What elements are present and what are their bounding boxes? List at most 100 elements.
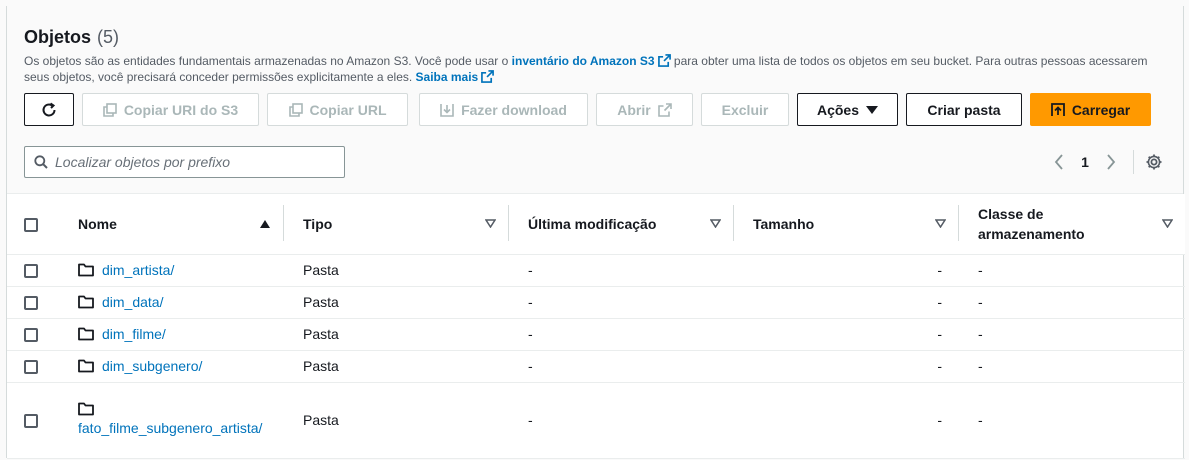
object-name-link[interactable]: dim_data/ bbox=[102, 294, 163, 310]
objects-header: Objetos (5) Os objetos são as entidades … bbox=[7, 6, 1183, 194]
row-select-cell bbox=[7, 318, 58, 351]
refresh-button[interactable] bbox=[24, 93, 74, 126]
column-header-last-modified[interactable]: Última modificação bbox=[508, 194, 733, 255]
size-cell: - bbox=[733, 254, 958, 287]
delete-button[interactable]: Excluir bbox=[701, 93, 789, 126]
column-header-name[interactable]: Nome bbox=[58, 194, 283, 255]
folder-icon bbox=[78, 402, 94, 416]
copy-s3-uri-label: Copiar URI do S3 bbox=[123, 101, 239, 118]
type-cell: Pasta bbox=[283, 382, 508, 459]
column-storage-class-label: Classe de armazenamento bbox=[978, 204, 1085, 244]
row-checkbox[interactable] bbox=[24, 264, 38, 279]
inventory-link[interactable]: inventário do Amazon S3 bbox=[512, 54, 671, 68]
download-button[interactable]: Fazer download bbox=[419, 93, 588, 126]
row-checkbox[interactable] bbox=[24, 296, 38, 311]
storage-class-cell: - bbox=[958, 350, 1185, 383]
objects-panel: Objetos (5) Os objetos são as entidades … bbox=[6, 6, 1185, 459]
external-link-icon bbox=[657, 54, 671, 67]
create-folder-button[interactable]: Criar pasta bbox=[906, 93, 1022, 126]
delete-label: Excluir bbox=[721, 101, 769, 118]
current-page[interactable]: 1 bbox=[1071, 154, 1099, 170]
pagination-divider bbox=[1133, 150, 1134, 174]
storage-class-cell: - bbox=[958, 382, 1185, 459]
upload-button[interactable]: Carregar bbox=[1030, 93, 1151, 126]
search-icon bbox=[34, 155, 48, 169]
learn-more-label: Saiba mais bbox=[415, 70, 479, 84]
upload-label: Carregar bbox=[1071, 101, 1131, 118]
size-cell: - bbox=[733, 318, 958, 351]
column-type-label: Tipo bbox=[303, 215, 333, 232]
row-checkbox[interactable] bbox=[24, 360, 38, 375]
column-header-type[interactable]: Tipo bbox=[283, 194, 508, 255]
open-label: Abrir bbox=[617, 101, 651, 118]
last-modified-cell: - bbox=[508, 254, 733, 287]
name-cell: dim_data/ bbox=[58, 286, 283, 319]
copy-url-button[interactable]: Copiar URL bbox=[267, 93, 408, 126]
open-button[interactable]: Abrir bbox=[596, 93, 693, 126]
column-divider bbox=[508, 205, 509, 241]
name-cell: dim_subgenero/ bbox=[58, 350, 283, 383]
copy-icon bbox=[288, 102, 303, 117]
object-name-link[interactable]: dim_subgenero/ bbox=[102, 358, 202, 374]
sort-icon[interactable] bbox=[485, 219, 496, 229]
storage-class-cell: - bbox=[958, 318, 1185, 351]
copy-s3-uri-button[interactable]: Copiar URI do S3 bbox=[82, 93, 259, 126]
previous-page-button[interactable] bbox=[1047, 150, 1071, 174]
description-text-1: Os objetos são as entidades fundamentais… bbox=[24, 54, 512, 68]
create-folder-label: Criar pasta bbox=[927, 101, 1001, 118]
download-icon bbox=[440, 103, 454, 117]
next-page-button[interactable] bbox=[1099, 150, 1123, 174]
object-name-link[interactable]: dim_artista/ bbox=[102, 262, 174, 278]
name-cell: dim_artista/ bbox=[58, 254, 283, 287]
table-row: fato_filme_subgenero_artista/ Pasta - - … bbox=[7, 382, 1185, 459]
name-cell: fato_filme_subgenero_artista/ bbox=[58, 382, 283, 459]
preferences-button[interactable] bbox=[1142, 150, 1166, 174]
search-box[interactable] bbox=[24, 146, 345, 178]
column-name-label: Nome bbox=[78, 215, 117, 232]
column-size-label: Tamanho bbox=[753, 215, 815, 232]
column-last-modified-label: Última modificação bbox=[528, 215, 657, 232]
folder-icon bbox=[78, 359, 94, 373]
caret-down-icon bbox=[866, 105, 879, 114]
type-cell: Pasta bbox=[283, 254, 508, 287]
gear-icon bbox=[1146, 154, 1162, 170]
chevron-right-icon bbox=[1107, 154, 1116, 170]
row-checkbox[interactable] bbox=[24, 328, 38, 343]
select-all-checkbox[interactable] bbox=[24, 217, 38, 232]
column-header-storage-class[interactable]: Classe de armazenamento bbox=[958, 194, 1185, 255]
folder-icon bbox=[78, 295, 94, 309]
last-modified-cell: - bbox=[508, 318, 733, 351]
search-input[interactable] bbox=[55, 154, 335, 170]
storage-class-label-line2: armazenamento bbox=[978, 225, 1085, 242]
sort-icon[interactable] bbox=[935, 219, 946, 229]
download-label: Fazer download bbox=[461, 101, 567, 118]
sort-ascending-icon[interactable] bbox=[259, 219, 271, 229]
row-select-cell bbox=[7, 254, 58, 287]
actions-label: Ações bbox=[816, 101, 860, 118]
learn-more-link[interactable]: Saiba mais bbox=[416, 70, 495, 84]
row-select-cell bbox=[7, 382, 58, 459]
table-row: dim_subgenero/ Pasta - - - bbox=[7, 350, 1185, 383]
type-cell: Pasta bbox=[283, 350, 508, 383]
inventory-link-label: inventário do Amazon S3 bbox=[511, 54, 655, 68]
object-name-link[interactable]: fato_filme_subgenero_artista/ bbox=[78, 418, 268, 438]
folder-icon bbox=[78, 327, 94, 341]
size-cell: - bbox=[733, 382, 958, 459]
actions-dropdown[interactable]: Ações bbox=[797, 93, 898, 126]
object-count: (5) bbox=[97, 27, 120, 47]
table-row: dim_data/ Pasta - - - bbox=[7, 286, 1185, 319]
column-header-size[interactable]: Tamanho bbox=[733, 194, 958, 255]
sort-icon[interactable] bbox=[1162, 219, 1173, 229]
table-header-row: Nome Tipo Última modificação Tamanho Cla… bbox=[7, 194, 1185, 255]
row-select-cell bbox=[7, 286, 58, 319]
type-cell: Pasta bbox=[283, 286, 508, 319]
storage-class-cell: - bbox=[958, 254, 1185, 287]
object-name-link[interactable]: dim_filme/ bbox=[102, 326, 166, 342]
row-checkbox[interactable] bbox=[24, 414, 38, 429]
sort-icon[interactable] bbox=[710, 219, 721, 229]
column-divider bbox=[733, 205, 734, 241]
last-modified-cell: - bbox=[508, 350, 733, 383]
copy-icon bbox=[103, 102, 117, 117]
last-modified-cell: - bbox=[508, 382, 733, 459]
storage-class-cell: - bbox=[958, 286, 1185, 319]
